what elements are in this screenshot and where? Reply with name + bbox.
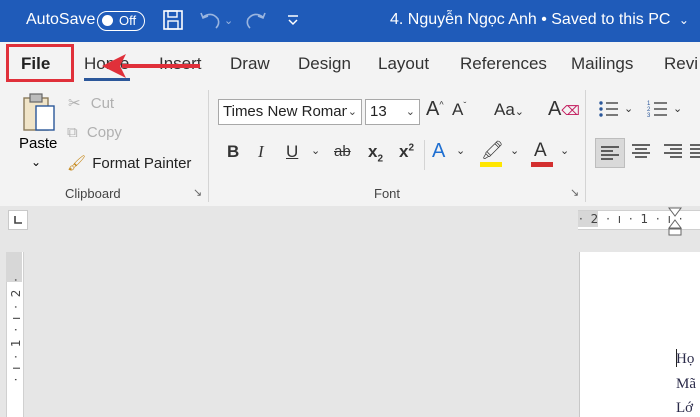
tab-review[interactable]: Revi [664, 54, 698, 74]
svg-text:3: 3 [647, 113, 651, 119]
indent-marker-icon[interactable] [667, 206, 683, 236]
scissors-icon: ✂ [68, 95, 81, 112]
underline-dropdown-icon[interactable]: ⌄ [311, 144, 320, 157]
document-page[interactable]: Họ Mã Lớ [579, 252, 700, 417]
font-color-dropdown-icon[interactable]: ⌄ [560, 144, 569, 157]
chevron-down-icon: ⌄ [347, 106, 357, 118]
document-title[interactable]: 4. Nguyễn Ngọc Anh • Saved to this PC ⌄ [390, 11, 689, 29]
group-separator [585, 90, 586, 202]
autosave-toggle[interactable]: Off [97, 11, 145, 31]
document-line[interactable]: Họ [676, 351, 694, 368]
font-color-swatch [531, 162, 553, 167]
font-name-value: Times New Roman [223, 103, 347, 120]
copy-icon: ⧉ [67, 124, 78, 141]
customize-toolbar-icon[interactable] [286, 9, 300, 36]
tab-mailings[interactable]: Mailings [571, 54, 633, 74]
redo-icon[interactable] [244, 9, 268, 36]
vertical-ruler-marks: · ı · 1 · ı · 2 · [9, 276, 23, 382]
shrink-font-icon[interactable]: Aˇ [452, 100, 466, 120]
clipboard-group-label: Clipboard [65, 186, 121, 201]
ribbon-home: Paste ⌄ ✂ Cut ⧉ Copy 🖌 Format Painter Cl… [0, 86, 700, 207]
title-dropdown-icon[interactable]: ⌄ [679, 13, 689, 27]
superscript-button[interactable]: x2 [399, 142, 414, 162]
bullets-icon[interactable] [598, 98, 620, 125]
numbering-icon[interactable]: 123 [647, 98, 669, 125]
tab-file[interactable]: File [21, 54, 50, 74]
font-group-label: Font [374, 186, 401, 201]
tab-references[interactable]: References [460, 54, 547, 74]
tab-design[interactable]: Design [298, 54, 351, 74]
bold-button[interactable]: B [227, 142, 239, 162]
undo-dropdown-icon[interactable]: ⌄ [224, 14, 233, 27]
save-icon[interactable] [162, 9, 184, 36]
document-area: · 2 · ı · 1 · ı · · ı · 1 · ı · 2 · Họ M… [0, 206, 700, 417]
subscript-button[interactable]: x2 [368, 142, 383, 164]
justify-icon[interactable] [690, 141, 700, 168]
copy-label: Copy [86, 124, 122, 141]
paste-button[interactable]: Paste [19, 135, 57, 152]
highlight-dropdown-icon[interactable]: ⌄ [510, 144, 519, 157]
undo-icon[interactable] [198, 9, 222, 36]
align-left-button[interactable] [595, 138, 625, 168]
change-case-icon[interactable]: Aa⌄ [494, 100, 524, 120]
tab-stop-selector[interactable] [8, 210, 28, 230]
font-size-value: 13 [370, 103, 387, 120]
paste-dropdown-icon[interactable]: ⌄ [31, 155, 41, 169]
strikethrough-button[interactable]: ab [334, 143, 351, 160]
cut-label: Cut [90, 95, 115, 112]
chevron-down-icon: ⌄ [405, 106, 415, 118]
format-painter-label: Format Painter [92, 155, 192, 172]
annotation-arrow [102, 54, 200, 78]
font-size-combo[interactable]: 13 ⌄ [365, 99, 420, 125]
tab-draw[interactable]: Draw [230, 54, 270, 74]
clear-formatting-icon[interactable]: A⌫ [548, 98, 580, 121]
text-effects-dropdown-icon[interactable]: ⌄ [456, 144, 465, 157]
document-line[interactable]: Mã [676, 376, 696, 393]
copy-button[interactable]: ⧉ Copy [67, 124, 122, 141]
underline-button[interactable]: U [286, 142, 298, 162]
autosave-state: Off [119, 13, 137, 28]
align-left-icon [601, 146, 619, 160]
group-separator [424, 140, 425, 170]
paste-icon[interactable] [21, 92, 57, 139]
grow-font-icon[interactable]: A^ [426, 98, 444, 121]
document-line[interactable]: Lớ [676, 400, 693, 417]
highlight-icon[interactable]: 🖍 [481, 140, 504, 161]
numbering-dropdown-icon[interactable]: ⌄ [673, 102, 682, 115]
autosave-label: AutoSave [26, 11, 96, 28]
tab-layout[interactable]: Layout [378, 54, 429, 74]
paintbrush-icon: 🖌 [67, 155, 87, 172]
font-launcher-icon[interactable]: ↘ [570, 186, 579, 199]
bullets-dropdown-icon[interactable]: ⌄ [624, 102, 633, 115]
align-right-icon[interactable] [662, 141, 684, 168]
font-name-combo[interactable]: Times New Roman ⌄ [218, 99, 362, 125]
toggle-knob [102, 15, 113, 26]
font-color-icon[interactable]: A [534, 140, 547, 162]
group-separator [208, 90, 209, 202]
highlight-color-swatch [480, 162, 502, 167]
format-painter-button[interactable]: 🖌 Format Painter [67, 154, 191, 172]
document-title-text: 4. Nguyễn Ngọc Anh • Saved to this PC [390, 11, 671, 28]
cut-button[interactable]: ✂ Cut [68, 94, 114, 112]
italic-button[interactable]: I [258, 142, 264, 162]
left-tab-icon [14, 216, 22, 224]
title-bar: AutoSave Off ⌄ 4. Nguyễn Ngọc Anh • Save… [0, 0, 700, 42]
text-effects-icon[interactable]: A [432, 140, 445, 163]
align-center-icon[interactable] [630, 141, 652, 168]
clipboard-launcher-icon[interactable]: ↘ [193, 186, 202, 199]
